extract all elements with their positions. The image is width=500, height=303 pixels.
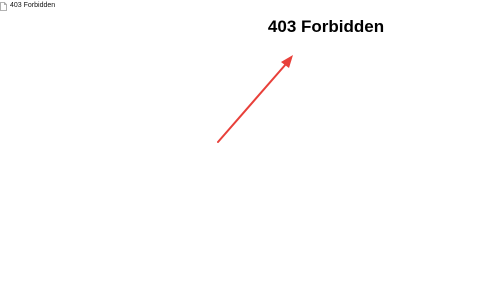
tab-title: 403 Forbidden <box>10 2 56 9</box>
arrow-icon <box>217 55 293 143</box>
page-heading: 403 Forbidden <box>267 17 385 36</box>
browser-tab[interactable]: 403 Forbidden <box>0 0 55 12</box>
browser-page: 403 Forbidden 403 Forbidden <box>0 0 500 303</box>
arrow-shaft <box>217 63 287 143</box>
document-icon <box>0 1 7 11</box>
arrow-head <box>281 55 293 68</box>
